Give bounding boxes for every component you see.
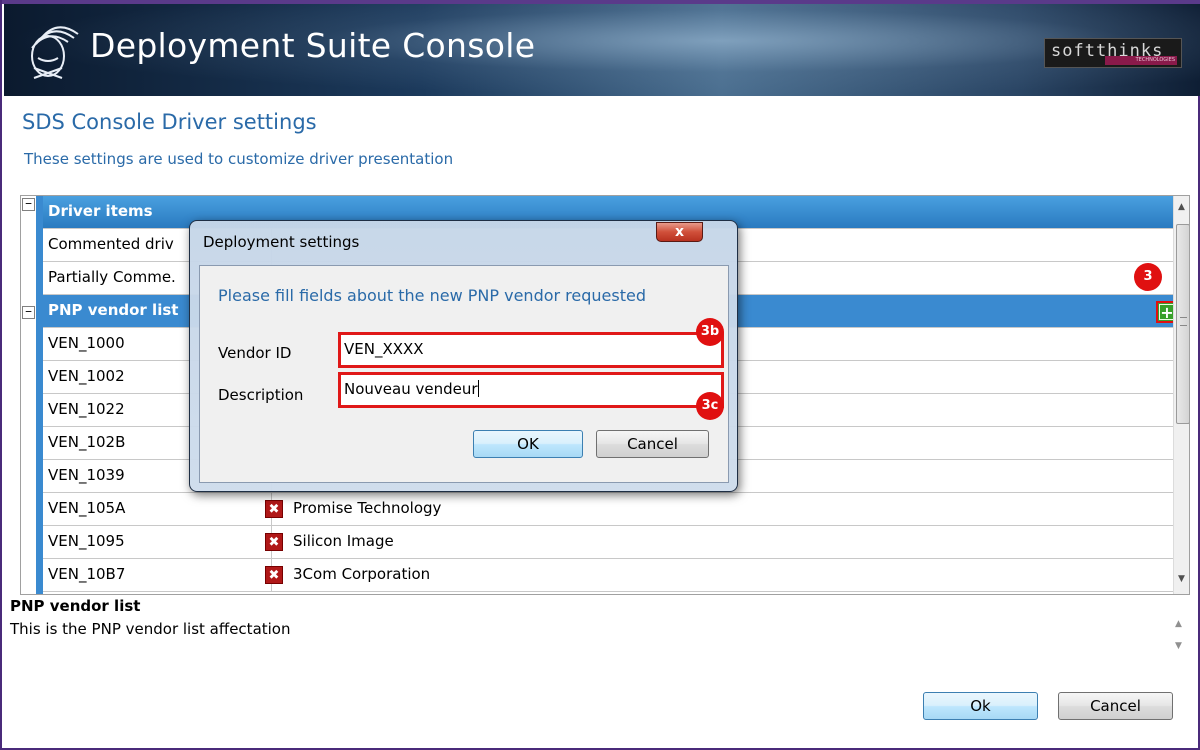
dialog-title: Deployment settings [203,233,360,251]
dialog-ok-button[interactable]: OK [473,430,583,458]
annotation-badge-vendor-id: 3b [696,318,724,346]
page-title: SDS Console Driver settings [22,110,317,134]
ok-button[interactable]: Ok [923,692,1038,720]
scroll-down-icon[interactable]: ▼ [1178,574,1185,584]
delete-vendor-icon[interactable]: ✖ [265,566,283,584]
dialog-close-button[interactable]: x [656,222,703,242]
vendor-id: VEN_1002 [48,367,125,385]
scroll-up-icon[interactable]: ▲ [1178,202,1185,212]
collapse-pnp-vendor-list-icon[interactable]: − [22,306,35,319]
vendor-name: 3Com Corporation [293,565,431,583]
description-title: PNP vendor list [10,597,141,615]
vendor-name: Silicon Image [293,532,394,550]
annotation-badge-add: 3 [1134,263,1162,291]
grid-gutter [21,196,43,594]
brand-tagline: TECHNOLOGIES [1105,56,1177,65]
description-text: This is the PNP vendor list affectation [10,620,291,638]
description-input[interactable]: Nouveau vendeur [338,372,724,408]
scroll-up-icon[interactable]: ▲ [1175,619,1182,629]
vendor-id-value: VEN_XXXX [344,340,424,358]
deployment-settings-dialog: Deployment settings x Please fill fields… [189,220,738,492]
brand-logo: softthinks TECHNOLOGIES [1044,38,1182,68]
collapse-driver-items-icon[interactable]: − [22,198,35,211]
delete-vendor-icon[interactable]: ✖ [265,533,283,551]
category-label: Driver items [48,202,153,220]
dialog-cancel-button[interactable]: Cancel [596,430,709,458]
property-name: Commented driv [48,235,174,253]
delete-vendor-icon[interactable]: ✖ [265,500,283,518]
vendor-id: VEN_1095 [48,532,125,550]
scroll-thumb[interactable] [1176,224,1189,424]
vendor-row[interactable]: VEN_1095 ✖ Silicon Image [43,526,1173,559]
page-subtitle: These settings are used to customize dri… [24,150,454,168]
description-label: Description [218,386,304,404]
property-name: Partially Comme. [48,268,176,286]
text-caret [477,380,479,397]
vendor-row[interactable]: VEN_105A ✖ Promise Technology [43,493,1173,526]
description-value: Nouveau vendeur [344,380,478,398]
vendor-id: VEN_102B [48,433,126,451]
vendor-id: VEN_1000 [48,334,125,352]
app-title: Deployment Suite Console [90,26,536,65]
vendor-name: Promise Technology [293,499,442,517]
category-label: PNP vendor list [48,301,179,319]
description-scrollbar[interactable]: ▲ ▼ [1172,615,1188,661]
vendor-id-input[interactable]: VEN_XXXX [338,332,724,368]
vendor-id: VEN_1022 [48,400,125,418]
vendor-row[interactable]: VEN_10B7 ✖ 3Com Corporation [43,559,1173,592]
vendor-id: VEN_10B7 [48,565,126,583]
scroll-down-icon[interactable]: ▼ [1175,641,1182,651]
cancel-button[interactable]: Cancel [1058,692,1173,720]
dialog-body: Please fill fields about the new PNP ven… [199,265,729,483]
vendor-id: VEN_1039 [48,466,125,484]
grid-scrollbar[interactable]: ▲ ▼ [1173,196,1189,594]
annotation-badge-description: 3c [696,392,724,420]
dialog-message: Please fill fields about the new PNP ven… [218,286,646,305]
vendor-id-label: Vendor ID [218,344,292,362]
vendor-id: VEN_105A [48,499,126,517]
header-banner: Deployment Suite Console softthinks TECH… [4,4,1200,96]
app-logo-icon [31,26,79,79]
